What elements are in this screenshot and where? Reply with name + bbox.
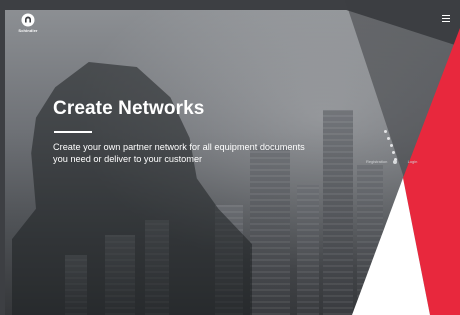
skyline-building <box>297 185 319 315</box>
slide-indicator-dot[interactable] <box>394 158 397 161</box>
auth-links: Registration Login <box>366 159 417 164</box>
skyline-building <box>250 145 290 315</box>
hamburger-menu-icon-line <box>442 20 450 23</box>
title-underline <box>54 131 92 133</box>
hero-description: Create your own partner network for all … <box>53 142 305 164</box>
app-frame: Schindler Create Networks Create your ow… <box>0 0 460 315</box>
hamburger-menu-icon-line <box>442 15 450 17</box>
slide-indicator-dot[interactable] <box>384 130 387 133</box>
registration-link[interactable]: Registration <box>366 159 387 164</box>
hero-title: Create Networks <box>53 98 205 119</box>
hamburger-menu-icon-line <box>442 17 450 20</box>
brand-name: Schindler <box>18 28 38 33</box>
skyline-building <box>323 110 353 315</box>
brand-logo[interactable]: Schindler <box>14 13 42 33</box>
slide-indicator-dot[interactable] <box>390 144 393 147</box>
slide-indicator-dot[interactable] <box>392 151 395 154</box>
slide-indicator-dot[interactable] <box>387 137 390 140</box>
schindler-logo-icon <box>21 13 35 27</box>
login-link[interactable]: Login <box>408 159 418 164</box>
hamburger-menu-button[interactable] <box>442 15 450 23</box>
